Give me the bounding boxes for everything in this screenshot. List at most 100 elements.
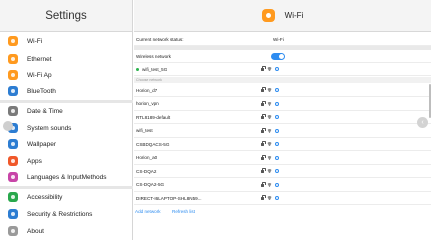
network-name: CS-DQA2 — [136, 168, 157, 174]
network-row[interactable]: CSBDQACS-5G — [134, 138, 431, 151]
refresh-list-link[interactable]: Refresh list — [172, 209, 195, 214]
lock-icon — [261, 141, 266, 146]
lock-icon — [261, 195, 266, 200]
sidebar-item-label: Languages & InputMethods — [27, 173, 107, 181]
lock-icon — [261, 66, 266, 71]
lock-icon — [261, 87, 266, 92]
signal-icon — [267, 129, 272, 133]
add-network-link[interactable]: Add network — [135, 209, 161, 214]
signal-icon — [267, 183, 272, 187]
network-name: CSBDQACS-5G — [136, 141, 170, 147]
sidebar-item-label: Apps — [27, 157, 42, 165]
network-status-value: Wi-Fi — [273, 36, 284, 42]
wifi-icon — [8, 36, 18, 46]
lock-icon — [261, 114, 266, 119]
signal-icon — [267, 156, 272, 160]
signal-icon — [267, 115, 272, 119]
sidebar-item-wi-fi[interactable]: Wi-Fi — [0, 33, 133, 49]
network-info-icon[interactable] — [275, 115, 279, 119]
sidebar-item-wi-fi-ap[interactable]: Wi-Fi Ap — [0, 67, 133, 83]
network-name: Horion_d7 — [136, 87, 158, 93]
sidebar-item-label: Ethernet — [27, 55, 52, 63]
wallpaper-icon — [8, 139, 18, 149]
accessibility-icon — [8, 192, 18, 202]
wireless-network-label: Wireless network — [136, 53, 171, 59]
ethernet-icon — [8, 54, 18, 64]
sidebar-item-accessibility[interactable]: Accessibility — [0, 189, 133, 205]
sidebar-item-label: Wallpaper — [27, 140, 57, 148]
sidebar-item-label: Security & Restrictions — [27, 210, 93, 218]
network-info-icon[interactable] — [275, 142, 279, 146]
network-row[interactable]: DIRECT-I6LAPTOP-SHL8N59... — [134, 192, 431, 205]
network-row[interactable]: horion_vpn — [134, 98, 431, 111]
sidebar-item-label: BlueTooth — [27, 87, 56, 95]
network-row[interactable]: CS-DQA2-5G — [134, 179, 431, 192]
wifi-panel-title: Wi-Fi — [284, 11, 304, 20]
bluetooth-icon — [8, 86, 18, 96]
choose-network-header: Choose network — [134, 77, 431, 83]
sidebar-item-label: About — [27, 227, 44, 235]
sidebar-item-label: System sounds — [27, 124, 72, 132]
network-name: Horion_a0 — [136, 155, 158, 160]
hotspot-icon — [8, 70, 18, 80]
settings-window: Settings Wi-Fi Ethernet Wi-Fi Ap BlueTooth D… — [0, 0, 431, 240]
network-row[interactable]: CS-DQA2 — [134, 165, 431, 178]
network-info-icon[interactable] — [275, 88, 279, 92]
signal-icon — [267, 142, 272, 146]
sidebar-item-wallpaper[interactable]: Wallpaper — [0, 136, 133, 152]
sidebar-item-label: Wi-Fi — [27, 37, 43, 45]
network-info-icon[interactable] — [275, 67, 279, 71]
network-info-icon[interactable] — [275, 128, 279, 133]
sidebar-item-ethernet[interactable]: Ethernet — [0, 51, 133, 67]
sidebar-divider — [0, 100, 133, 103]
signal-icon — [267, 88, 272, 92]
network-row[interactable]: Horion_a0 — [134, 152, 431, 165]
back-button[interactable]: ‹ — [417, 117, 428, 128]
network-name: DIRECT-I6LAPTOP-SHL8N59... — [136, 195, 202, 201]
lock-icon — [261, 168, 266, 173]
info-icon — [8, 226, 18, 236]
connected-dot-icon — [136, 67, 139, 71]
floating-assist-button[interactable] — [3, 121, 13, 131]
network-row[interactable]: wifi_test — [134, 125, 431, 138]
sidebar-item-languages-inputmethods[interactable]: Languages & InputMethods — [0, 169, 133, 185]
sidebar-item-label: Accessibility — [27, 193, 63, 201]
signal-icon — [267, 102, 272, 106]
lock-icon — [8, 209, 18, 219]
wireless-network-row[interactable]: Wireless network — [134, 50, 431, 63]
network-status-label: Current network status: — [136, 36, 184, 42]
sidebar-item-label: Date & Time — [27, 107, 63, 115]
signal-icon — [267, 196, 272, 200]
network-info-icon[interactable] — [275, 101, 279, 106]
network-info-icon[interactable] — [275, 182, 279, 187]
sidebar-title: Settings — [0, 0, 132, 32]
sidebar-item-label: Wi-Fi Ap — [27, 71, 52, 79]
connected-network-name: wifi_test_5G — [142, 66, 168, 72]
network-info-icon[interactable] — [275, 155, 279, 160]
wifi-header: Wi-Fi — [134, 0, 431, 32]
network-row[interactable]: Horion_d7 — [134, 84, 431, 97]
sidebar-item-about[interactable]: About — [0, 223, 133, 239]
signal-icon — [267, 67, 272, 71]
sidebar-item-apps[interactable]: Apps — [0, 153, 133, 169]
chevron-left-icon: ‹ — [421, 119, 424, 126]
network-status-row: Current network status: Wi-Fi — [134, 33, 431, 46]
network-row[interactable]: RTL8189-default — [134, 111, 431, 124]
sidebar-divider — [0, 186, 133, 189]
network-info-icon[interactable] — [275, 169, 279, 173]
sidebar-item-security-restrictions[interactable]: Security & Restrictions — [0, 206, 133, 222]
network-info-icon[interactable] — [275, 196, 279, 200]
sidebar-item-system-sounds[interactable]: System sounds — [0, 120, 133, 136]
connected-network-row[interactable]: wifi_test_5G — [134, 63, 431, 76]
lock-icon — [261, 154, 266, 160]
wifi-toggle[interactable] — [271, 52, 285, 60]
wifi-icon — [261, 9, 275, 22]
settings-sidebar: Settings Wi-Fi Ethernet Wi-Fi Ap BlueTooth D… — [0, 0, 133, 240]
signal-icon — [267, 169, 272, 173]
network-name: CS-DQA2-5G — [136, 182, 165, 187]
wifi-panel: Wi-Fi Current network status: Wi-Fi Wire… — [134, 0, 431, 240]
sidebar-item-date-time[interactable]: Date & Time — [0, 103, 133, 119]
apps-icon — [8, 156, 18, 166]
sidebar-item-bluetooth[interactable]: BlueTooth — [0, 83, 133, 99]
network-name: RTL8189-default — [136, 114, 171, 120]
